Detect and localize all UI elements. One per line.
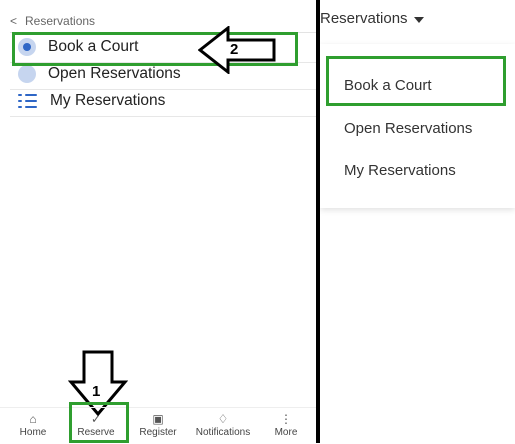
caret-down-icon [413,17,424,23]
dropdown-trigger-label: Reservations [320,10,408,27]
nav-notifications[interactable]: ♢ Notifications [188,411,258,438]
left-panel: < Reservations Book a Court Open Reserva… [0,0,316,443]
nav-more[interactable]: ⋮ More [260,411,312,438]
nav-label: Notifications [195,427,251,438]
chevron-left-icon[interactable]: < [10,14,17,28]
calendar-icon: ▣ [152,412,164,426]
nav-label: Register [139,427,177,438]
annotation-label-2: 2 [230,41,239,58]
dropdown-item-open-reservations[interactable]: Open Reservations [344,120,472,137]
breadcrumb-label: Reservations [25,14,96,28]
nav-label: Home [19,427,47,438]
more-icon: ⋮ [280,412,292,426]
nav-home[interactable]: ⌂ Home [4,411,62,438]
right-panel: Reservations Book a Court Open Reservati… [320,0,515,443]
reservations-dropdown-trigger[interactable]: Reservations [320,10,424,27]
list-icon [18,92,38,110]
bell-icon: ♢ [217,412,229,426]
menu-item-label: My Reservations [50,92,166,109]
highlight-box-reserve [69,402,129,443]
divider [10,89,316,90]
menu-item-label: Open Reservations [48,65,181,82]
nav-label: More [274,427,298,438]
menu-item-open-reservations[interactable]: Open Reservations [18,65,181,83]
dropdown-item-my-reservations[interactable]: My Reservations [344,162,456,179]
nav-register[interactable]: ▣ Register [128,411,188,438]
menu-item-my-reservations[interactable]: My Reservations [18,92,165,110]
bottom-navigation: ⌂ Home ✓ Reserve ▣ Register ♢ Notificati… [0,407,316,444]
home-icon: ⌂ [29,412,37,426]
divider [10,116,316,117]
highlight-box-dropdown-book-a-court [326,56,506,106]
radio-icon[interactable] [18,65,36,83]
annotation-label-1: 1 [92,383,101,400]
